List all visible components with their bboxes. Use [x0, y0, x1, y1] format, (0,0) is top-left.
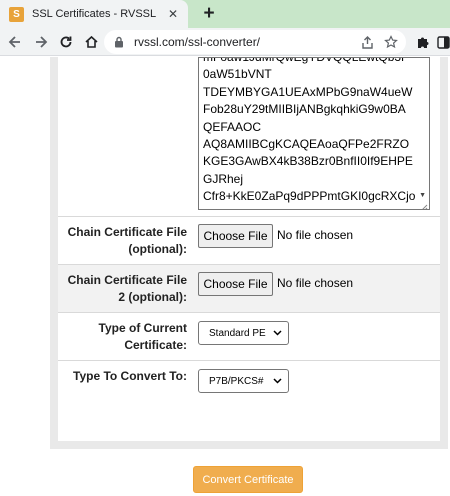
chain-cert-2-choose-file-button[interactable]: Choose File: [198, 272, 273, 296]
certificate-text-line: Cfr8+KkE0ZaPq9dPPPmtGKI0gcRXCjo: [203, 189, 415, 204]
chevron-down-icon: [270, 375, 284, 387]
converter-panel: mFoaw1JdMrQwEgYDVQQLEwtQb3F 0aW51bVNT TDEY…: [50, 57, 448, 449]
browser-tab[interactable]: S SSL Certificates - RVSSL ✕: [0, 0, 188, 28]
certificate-text-line: TDEYMBYGA1UEAxMPbG9naW4ueW: [203, 84, 413, 99]
current-type-value: Standard PE: [209, 327, 266, 339]
resize-handle-icon[interactable]: [420, 200, 428, 209]
url-text[interactable]: rvssl.com/ssl-converter/: [134, 35, 358, 49]
certificate-text-line: Fob28uY29tMIIBIjANBgkqhkiG9w0BA: [203, 102, 406, 117]
convert-to-row: Type To Convert To: P7B/PKCS#: [58, 360, 440, 408]
current-type-label: Type of Current Certificate:: [98, 321, 187, 352]
chain-cert-2-file-status: No file chosen: [277, 276, 354, 290]
current-type-select[interactable]: Standard PE: [198, 321, 289, 345]
convert-to-value: P7B/PKCS#: [209, 375, 264, 387]
chain-cert-label: Chain Certificate File (optional):: [67, 225, 187, 256]
certificate-text-line: mFoaw1JdMrQwEgYDVQQLEwtQb3F: [203, 57, 409, 64]
home-icon[interactable]: [80, 31, 102, 53]
certificate-text-line: AQ8AMIIBCgKCAQEAoaQFPe2FRZO: [203, 137, 410, 152]
chain-cert-choose-file-button[interactable]: Choose File: [198, 224, 273, 248]
certificate-text-line: 0aW51bVNT: [203, 67, 272, 82]
browser-tab-strip: S SSL Certificates - RVSSL ✕ +: [0, 0, 450, 28]
certificate-textarea[interactable]: mFoaw1JdMrQwEgYDVQQLEwtQb3F 0aW51bVNT TDEY…: [198, 57, 430, 210]
certificate-text-line: GJRhej: [203, 171, 244, 186]
page-content: mFoaw1JdMrQwEgYDVQQLEwtQb3F 0aW51bVNT TDEY…: [0, 57, 450, 496]
certificate-text-line: QEFAAOC: [203, 119, 262, 134]
site-favicon-icon: S: [9, 6, 24, 22]
certificate-text-line: KGE3GAwBX4kB38Bzr0BnfII0If9EHPE: [203, 154, 413, 169]
convert-to-select[interactable]: P7B/PKCS#: [198, 369, 289, 393]
side-panel-icon[interactable]: [432, 31, 450, 53]
browser-toolbar: rvssl.com/ssl-converter/: [0, 28, 450, 56]
new-tab-icon[interactable]: +: [198, 3, 220, 25]
certificate-text-line: mFs5iPrw/bCHuk43LDaAfmpbQj631k: [203, 206, 415, 209]
address-bar[interactable]: rvssl.com/ssl-converter/: [104, 30, 406, 54]
convert-certificate-button[interactable]: Convert Certificate: [193, 466, 303, 493]
converter-form: mFoaw1JdMrQwEgYDVQQLEwtQb3F 0aW51bVNT TDEY…: [58, 57, 440, 441]
extensions-puzzle-icon[interactable]: [412, 31, 434, 53]
chevron-down-icon: [270, 327, 284, 339]
tab-title: SSL Certificates - RVSSL: [32, 8, 157, 20]
current-type-row: Type of Current Certificate: Standard PE: [58, 312, 440, 360]
chain-cert-row: Chain Certificate File (optional): Choos…: [58, 216, 440, 264]
close-tab-icon[interactable]: ✕: [164, 5, 182, 23]
bookmark-star-icon[interactable]: [382, 33, 400, 51]
share-icon[interactable]: [358, 33, 376, 51]
chain-cert-2-label: Chain Certificate File 2 (optional):: [67, 273, 187, 304]
lock-icon[interactable]: [112, 35, 126, 49]
back-icon[interactable]: [4, 31, 26, 53]
forward-icon[interactable]: [30, 31, 52, 53]
chain-cert-2-row: Chain Certificate File 2 (optional): Cho…: [58, 264, 440, 312]
chain-cert-file-status: No file chosen: [277, 228, 354, 242]
convert-to-label: Type To Convert To:: [73, 369, 187, 383]
reload-icon[interactable]: [55, 31, 77, 53]
